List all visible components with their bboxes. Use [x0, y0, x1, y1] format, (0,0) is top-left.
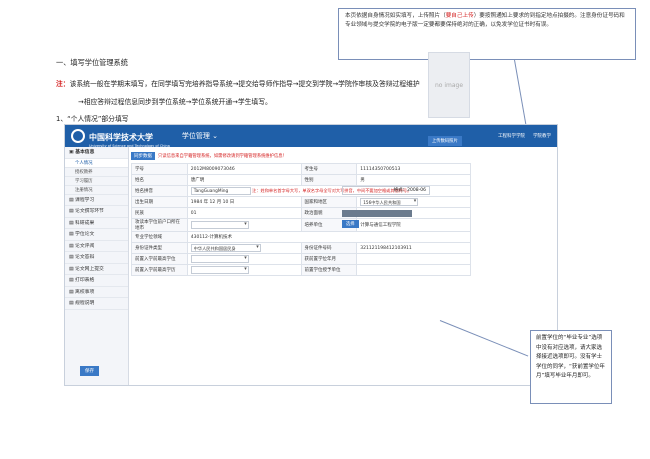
- value-gender: 男: [356, 174, 471, 186]
- tab-note: 只读信息来自学籍管理系统，如需修改请到学籍管理系统维护信息！: [158, 154, 287, 159]
- select-unit-button[interactable]: 选择: [342, 220, 359, 228]
- university-logo-icon: [71, 129, 85, 143]
- label-prev-degree: 前置入学前最高学位: [131, 253, 188, 265]
- label-prev-degree-unit: 前置学位授予单位: [300, 264, 358, 276]
- app-topbar: 中国科学技术大学 University of Science and Techn…: [65, 125, 557, 148]
- pinyin-input[interactable]: TangGuangMing: [190, 187, 251, 195]
- note-label: 注：: [56, 80, 70, 88]
- top-link-school[interactable]: 工程科学学院: [498, 133, 525, 139]
- prev-degree-unit-cell: [356, 264, 471, 276]
- label-prev-degree-date: 获前置学位年月: [300, 253, 358, 265]
- label-hukou: 攻读本学位前户口所在地市: [131, 218, 188, 232]
- label-birth: 出生日期: [131, 196, 188, 208]
- label-field: 专业学位领域: [131, 231, 188, 243]
- value-student-id: 2012M8009073046: [186, 163, 302, 175]
- sidebar-item-rules[interactable]: ▤ 规程说明: [65, 298, 128, 310]
- sidebar-item-courses[interactable]: ▤ 课程学习: [65, 195, 128, 206]
- app-screenshot: 中国科学技术大学 University of Science and Techn…: [64, 124, 558, 386]
- sidebar-item-thesis[interactable]: ▤ 学位论文: [65, 229, 128, 241]
- sidebar-item-defense[interactable]: ▤ 论文答辩: [65, 252, 128, 264]
- prev-degree-date-input[interactable]: 格式：2008-06: [342, 186, 430, 195]
- label-name: 姓名: [131, 174, 188, 186]
- sidebar-item-thesis-stages[interactable]: ▤ 论文撰写环节: [65, 206, 128, 218]
- sidebar: ▣ 基本信息 个人情况 授权教养 学习履历 注册情况 ▤ 课程学习 ▤ 论文撰写…: [65, 147, 129, 385]
- label-pinyin: 姓名拼音: [131, 185, 188, 197]
- label-gender: 性别: [300, 174, 358, 186]
- sidebar-item-registration[interactable]: 注册情况: [65, 186, 128, 195]
- sidebar-item-study-history[interactable]: 学习履历: [65, 177, 128, 186]
- section-title: 一、填写学位管理系统: [56, 58, 128, 67]
- hukou-cell: [186, 218, 302, 232]
- label-country: 国家和地区: [300, 196, 358, 208]
- id-type-cell: 中华人民共和国居民身: [186, 242, 302, 254]
- note-part1: 本页依据自身情况如实填写，上传照片（: [345, 13, 446, 19]
- note-line-2: →相应答辩过程信息同步到学位系统→学位系统开通→学生填写。: [78, 98, 272, 106]
- prev-degree-unit-input[interactable]: [342, 210, 412, 217]
- value-name: 唐广明: [186, 174, 302, 186]
- top-link-teaching[interactable]: 学院教学: [533, 133, 551, 139]
- sidebar-item-research[interactable]: ▤ 科研成果: [65, 218, 128, 229]
- value-field: 430112-计算机技术: [186, 231, 472, 243]
- value-id-no: 321121198412103911: [356, 242, 471, 254]
- label-prev-education: 前置入学前最高学历: [131, 264, 188, 276]
- save-button[interactable]: 保存: [80, 366, 99, 376]
- sidebar-item-personal[interactable]: 个人情况: [65, 158, 128, 168]
- note-line-1: 注：该系统一般在学期末填写，在同学填写完培养指导系统→提交给导师作指导→提交到学…: [56, 78, 420, 88]
- prev-degree-date-cell: [356, 253, 471, 265]
- label-id-no: 身份证件号码: [300, 242, 358, 254]
- prev-education-select[interactable]: [190, 266, 249, 274]
- label-id-type: 身份证件类型: [131, 242, 188, 254]
- label-ethnic: 民族: [131, 207, 188, 219]
- value-unit: 计算与通信工程学院: [356, 218, 471, 232]
- note-highlight: 要自己上传: [445, 13, 474, 19]
- country-cell: 156中华人民共和国: [356, 196, 471, 208]
- instruction-note-top: 本页依据自身情况如实填写，上传照片（要自己上传）要按照通知上要求的到指定地点拍摄…: [338, 8, 636, 60]
- sidebar-item-basic-info[interactable]: ▣ 基本信息: [65, 147, 128, 159]
- subsection-title: 1、“个人情况”部分填写: [56, 115, 129, 123]
- photo-placeholder: no image: [428, 52, 470, 118]
- value-birth: 1984 年 12 月 10 日: [186, 196, 302, 208]
- personal-info-form: 学号 2012M8009073046 考生号 11114350700513 姓名…: [131, 163, 472, 276]
- label-candidate-no: 考生号: [300, 163, 358, 175]
- callout-note: 前置学位的“毕业专业”选项中没有对应选项，请大家选择接近选项即可。没有学士学位的…: [530, 330, 612, 404]
- tab-bar: 同步数据 只读信息来自学籍管理系统，如需修改请到学籍管理系统维护信息！: [131, 151, 553, 161]
- prev-degree-cell: [186, 253, 302, 265]
- sidebar-item-leaving[interactable]: ▤ 离校事项: [65, 287, 128, 298]
- label-student-id: 学号: [131, 163, 188, 175]
- sidebar-item-submission[interactable]: ▤ 论文网上提交: [65, 264, 128, 275]
- tab-sync-data[interactable]: 同步数据: [131, 152, 155, 160]
- value-ethnic: 01: [186, 207, 302, 219]
- upload-photo-button[interactable]: 上传数码照片: [428, 136, 462, 146]
- hukou-select[interactable]: [190, 221, 249, 229]
- sidebar-item-print[interactable]: ▤ 打印表格: [65, 275, 128, 287]
- sidebar-item-review[interactable]: ▤ 论文评阅: [65, 241, 128, 252]
- logo-text: 中国科学技术大学: [89, 131, 153, 142]
- prev-education-cell: [186, 264, 302, 276]
- id-type-select[interactable]: 中华人民共和国居民身: [190, 244, 261, 252]
- system-menu[interactable]: 学位管理 ⌄: [182, 131, 218, 141]
- value-candidate-no: 11114350700513: [356, 163, 471, 175]
- note-line-1-text: 该系统一般在学期末填写，在同学填写完培养指导系统→提交给导师作指导→提交到学院→…: [69, 80, 420, 88]
- country-select[interactable]: 156中华人民共和国: [360, 198, 419, 206]
- sidebar-item-authorization[interactable]: 授权教养: [65, 168, 128, 177]
- top-links: 工程科学学院 学院教学: [498, 133, 551, 139]
- logo: 中国科学技术大学 University of Science and Techn…: [89, 125, 170, 148]
- prev-degree-select[interactable]: [190, 255, 249, 263]
